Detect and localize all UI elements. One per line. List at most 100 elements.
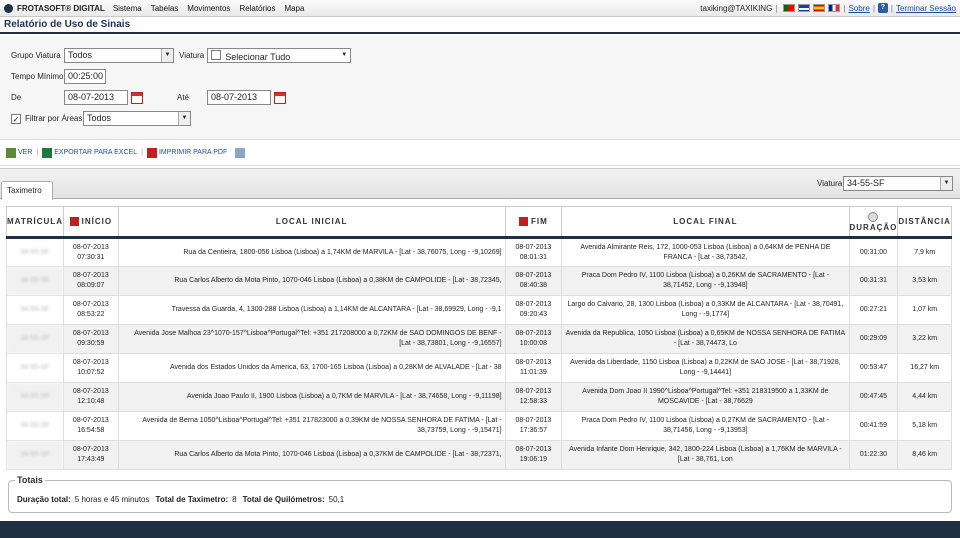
- email-icon: [235, 147, 246, 158]
- areas-checkbox[interactable]: ✓: [11, 113, 21, 124]
- user-area: taxiking@TAXIKING | | Sobre | ? | Termin…: [700, 3, 956, 13]
- table-row[interactable]: 34-55-SF 08-07-2013 10:07:52 Avenida dos E…: [6, 353, 952, 383]
- flag-en-icon[interactable]: [798, 4, 811, 12]
- cell-local-final: Avenida Dom Joao II 1990^Lisboa^Portugal…: [561, 382, 850, 412]
- cell-fim: 08-07-2013 09:20:43: [504, 295, 563, 325]
- header-local-final[interactable]: LOCAL FINAL: [561, 206, 850, 239]
- cell-matricula: 34-55-SF: [6, 295, 64, 325]
- action-toolbar: VER | EXPORTAR PARA EXCEL | IMPRIMIR PAR…: [0, 140, 960, 166]
- flag-es-icon[interactable]: [813, 4, 826, 12]
- flag-fr-icon[interactable]: [828, 4, 841, 12]
- cell-local-final: Largo do Calvario, 28, 1300 Lisboa (Lisb…: [561, 295, 850, 325]
- grupo-label: Grupo Viatura: [11, 51, 61, 60]
- header-fim[interactable]: FIM: [504, 206, 563, 239]
- cell-local-inicial: Avenida de Berna 1050^Lisboa^Portugal^Te…: [117, 411, 506, 441]
- cell-local-inicial: Avenida Jose Malhoa 23^1070-157^Lisboa^P…: [117, 324, 506, 354]
- table-row[interactable]: 34-55-SF 08-07-2013 08:53:22 Travessa da G…: [6, 295, 952, 325]
- ate-label: Até: [177, 93, 190, 102]
- help-icon[interactable]: ?: [877, 3, 888, 13]
- cell-inicio: 08-07-2013 07:30:31: [62, 237, 119, 267]
- calendar-icon[interactable]: [131, 91, 143, 104]
- cell-inicio: 08-07-2013 17:43:49: [62, 440, 119, 470]
- total-km-value: 50,1: [328, 495, 345, 504]
- table-row[interactable]: 34-55-SF 08-07-2013 12:10:48 Avenida Joao …: [6, 382, 952, 412]
- cell-duracao: 00:31:31: [848, 266, 899, 296]
- tempo-minimo-input[interactable]: 00:25:00: [64, 69, 106, 84]
- top-bar: FROTASOFT® DIGITAL Sistema Tabelas Movim…: [0, 0, 960, 17]
- clock-icon: [868, 211, 879, 222]
- menu-item-relatorios[interactable]: Relatórios: [239, 4, 275, 13]
- cell-matricula: 34-55-SF: [6, 440, 64, 470]
- cell-distancia: 8,46 km: [897, 440, 952, 470]
- header-duracao[interactable]: DURAÇÃO: [848, 206, 899, 239]
- app-name: FROTASOFT® DIGITAL: [17, 3, 105, 13]
- viatura-checkbox[interactable]: [211, 50, 222, 60]
- viatura-dropdown[interactable]: 34-55-SF ▼: [843, 176, 953, 191]
- about-link[interactable]: Sobre: [848, 4, 869, 13]
- tempo-label: Tempo Mínimo: [11, 72, 64, 81]
- cell-local-inicial: Rua da Centieira, 1800-056 Lisboa (Lisbo…: [117, 237, 506, 267]
- cell-fim: 08-07-2013 11:01:39: [504, 353, 563, 383]
- cell-fim: 08-07-2013 08:40:38: [504, 266, 563, 296]
- totals-panel: Totais Duração total: 5 horas e 45 minut…: [8, 475, 952, 513]
- email-button[interactable]: [235, 147, 247, 158]
- menu-item-movimentos[interactable]: Movimentos: [187, 4, 230, 13]
- export-excel-button[interactable]: EXPORTAR PARA EXCEL: [42, 147, 137, 158]
- chevron-down-icon: ▼: [338, 49, 351, 62]
- menu-item-sistema[interactable]: Sistema: [113, 4, 142, 13]
- total-km-label: Total de Quilómetros:: [242, 495, 325, 504]
- header-local-inicial[interactable]: LOCAL INICIAL: [117, 206, 506, 239]
- total-taximetro-value: 8: [232, 495, 237, 504]
- table-row[interactable]: 34-55-SF 08-07-2013 17:43:49 Rua Carlos Al…: [6, 440, 952, 470]
- cell-fim: 08-07-2013 08:01:31: [504, 237, 563, 267]
- menu-item-mapa[interactable]: Mapa: [284, 4, 304, 13]
- logout-link[interactable]: Terminar Sessão: [896, 4, 956, 13]
- cell-distancia: 16,27 km: [897, 353, 952, 383]
- header-inicio[interactable]: INÍCIO: [62, 206, 119, 239]
- tab-taximetro[interactable]: Taximetro: [1, 181, 53, 200]
- date-from-input[interactable]: 08-07-2013: [64, 90, 128, 105]
- cell-distancia: 1,07 km: [897, 295, 952, 325]
- cell-inicio: 08-07-2013 08:53:22: [62, 295, 119, 325]
- cell-fim: 08-07-2013 12:58:33: [504, 382, 563, 412]
- viatura-select[interactable]: Selecionar Tudo ▼: [207, 48, 352, 63]
- cell-local-inicial: Avenida dos Estados Unidos da America, 6…: [117, 353, 506, 383]
- main-menu: Sistema Tabelas Movimentos Relatórios Ma…: [113, 4, 314, 13]
- table-header-row: MATRÍCULA INÍCIO LOCAL INICIAL FIM LOCAL…: [6, 206, 952, 239]
- areas-select[interactable]: Todos ▼: [83, 111, 191, 126]
- areas-label: Filtrar por Áreas: [25, 114, 83, 123]
- date-to-input[interactable]: 08-07-2013: [207, 90, 271, 105]
- table-row[interactable]: 34-55-SF 08-07-2013 09:30:59 Avenida Jose …: [6, 324, 952, 354]
- cell-distancia: 7,9 km: [897, 237, 952, 267]
- cell-fim: 08-07-2013 10:00:08: [504, 324, 563, 354]
- cell-local-inicial: Rua Carlos Alberto da Mota Pinto, 1070-0…: [117, 440, 506, 470]
- brand: FROTASOFT® DIGITAL: [4, 3, 105, 13]
- flag-pt-icon[interactable]: [783, 4, 796, 12]
- cell-local-final: Praca Dom Pedro IV, 1100 Lisboa (Lisboa)…: [561, 411, 850, 441]
- filter-panel: Grupo Viatura Todos ▼ Viatura Selecionar…: [0, 36, 960, 140]
- de-label: De: [11, 93, 22, 102]
- cell-inicio: 08-07-2013 09:30:59: [62, 324, 119, 354]
- user-name: taxiking@TAXIKING: [700, 3, 773, 13]
- print-pdf-button[interactable]: IMPRIMIR PARA PDF: [146, 147, 227, 158]
- table-row[interactable]: 34-55-SF 08-07-2013 08:09:07 Rua Carlos Al…: [6, 266, 952, 296]
- menu-item-tabelas[interactable]: Tabelas: [151, 4, 179, 13]
- chevron-down-icon: ▼: [161, 49, 173, 62]
- tab-bar: Taximetro Viatura 34-55-SF ▼: [0, 168, 960, 200]
- total-duration-label: Duração total:: [17, 495, 71, 504]
- table-row[interactable]: 34-55-SF 08-07-2013 07:30:31 Rua da Centie…: [6, 237, 952, 267]
- view-button[interactable]: VER: [6, 147, 32, 158]
- total-taximetro-label: Total de Taximetro:: [155, 495, 229, 504]
- totals-row: Duração total: 5 horas e 45 minutos Tota…: [17, 495, 350, 504]
- calendar-icon: [519, 217, 529, 227]
- chevron-down-icon: ▼: [178, 112, 190, 125]
- totals-title: Totais: [15, 475, 45, 485]
- cell-duracao: 00:27:21: [848, 295, 899, 325]
- table-row[interactable]: 34-55-SF 08-07-2013 16:54:58 Avenida de Be…: [6, 411, 952, 441]
- header-matricula[interactable]: MATRÍCULA: [6, 206, 64, 239]
- header-distancia[interactable]: DISTÂNCIA: [897, 206, 952, 239]
- cell-fim: 08-07-2013 17:36:57: [504, 411, 563, 441]
- cell-inicio: 08-07-2013 12:10:48: [62, 382, 119, 412]
- calendar-icon[interactable]: [274, 91, 286, 104]
- grupo-select[interactable]: Todos ▼: [64, 48, 174, 63]
